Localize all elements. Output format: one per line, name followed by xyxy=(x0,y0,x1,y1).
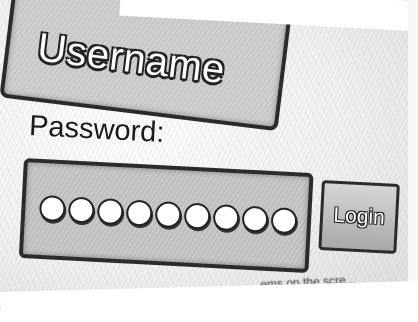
password-dot xyxy=(67,196,96,224)
password-label: Password: xyxy=(28,110,166,150)
password-dot xyxy=(212,203,240,232)
password-dot xyxy=(183,202,211,230)
password-dot xyxy=(270,207,298,235)
photo-edge-bottom xyxy=(0,281,418,322)
login-button-label: Login xyxy=(332,203,386,230)
photo-edge-right xyxy=(408,0,418,310)
password-mask xyxy=(38,194,298,238)
password-dot xyxy=(125,199,153,227)
login-button[interactable]: Login xyxy=(318,180,400,254)
password-dot xyxy=(96,197,124,226)
login-screen-photo: Username Password: Login ...ems on the s… xyxy=(0,0,418,322)
password-dot xyxy=(38,194,67,223)
password-dot xyxy=(154,200,182,229)
username-field-text: Username xyxy=(35,25,228,93)
password-field[interactable] xyxy=(18,158,314,274)
password-dot xyxy=(241,205,269,233)
